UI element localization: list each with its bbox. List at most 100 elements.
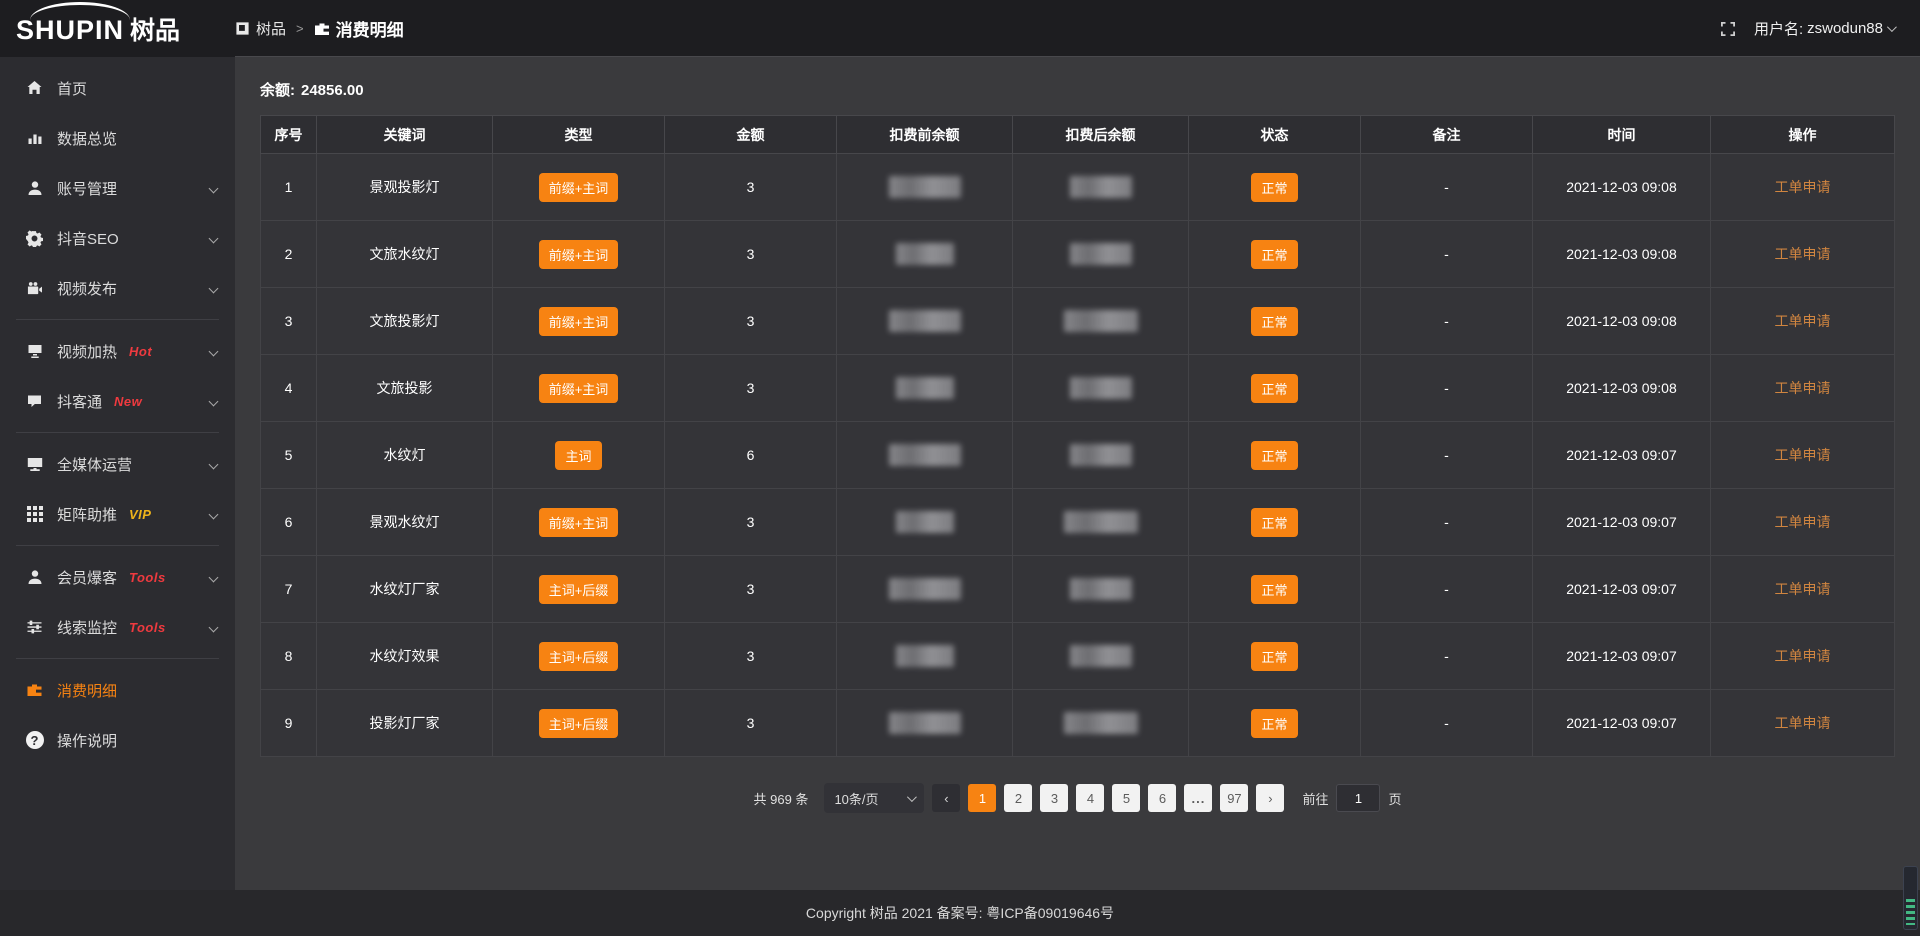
column-header-6: 状态 — [1189, 116, 1361, 154]
sidebar-item-consumption-detail[interactable]: 消费明细 — [0, 665, 235, 715]
cell-remark: - — [1361, 355, 1533, 422]
cell-keyword: 文旅投影灯 — [317, 288, 493, 355]
sidebar-item-douketong[interactable]: 抖客通New — [0, 376, 235, 426]
page-button-6[interactable]: 6 — [1148, 784, 1176, 812]
cell-keyword: 投影灯厂家 — [317, 690, 493, 757]
app-logo: SHUPIN 树品 — [0, 11, 235, 47]
sidebar-item-tag: Tools — [129, 570, 166, 585]
blurred-balance — [1064, 310, 1138, 332]
blurred-balance — [896, 645, 954, 667]
chevron-down-icon — [907, 792, 917, 802]
cell-balance-after — [1013, 623, 1189, 690]
user-menu[interactable]: 用户名: zswodun88 — [1754, 18, 1894, 39]
status-badge: 正常 — [1251, 642, 1297, 671]
breadcrumb-root[interactable]: 树品 — [235, 18, 286, 39]
sidebar-item-clue-monitor[interactable]: 线索监控 Tools — [0, 602, 235, 652]
type-badge: 主词 — [555, 441, 601, 470]
page-button-97[interactable]: 97 — [1220, 784, 1248, 812]
cell-action: 工单申请 — [1711, 623, 1895, 690]
page-ellipsis-button[interactable]: ... — [1184, 784, 1212, 812]
work-order-link[interactable]: 工单申请 — [1775, 380, 1831, 396]
work-order-link[interactable]: 工单申请 — [1775, 179, 1831, 195]
page-button-1[interactable]: 1 — [968, 784, 996, 812]
logo-arc — [30, 2, 130, 20]
jump-label: 前往 — [1302, 789, 1328, 808]
type-badge: 主词+后缀 — [539, 575, 619, 604]
sidebar-item-member-baoke[interactable]: 会员爆客Tools — [0, 552, 235, 602]
sidebar-item-label: 全媒体运营 — [57, 454, 132, 475]
jump-page-input[interactable] — [1336, 784, 1380, 812]
work-order-link[interactable]: 工单申请 — [1775, 648, 1831, 664]
cell-index: 7 — [261, 556, 317, 623]
blurred-balance — [1070, 645, 1132, 667]
status-badge: 正常 — [1251, 240, 1297, 269]
type-badge: 主词+后缀 — [539, 709, 619, 738]
cell-balance-before — [837, 221, 1013, 288]
sidebar-item-operation-guide[interactable]: ?操作说明 — [0, 715, 235, 765]
cell-type: 主词+后缀 — [493, 556, 665, 623]
blurred-balance — [889, 578, 961, 600]
prev-page-button[interactable]: ‹ — [932, 784, 960, 812]
work-order-link[interactable]: 工单申请 — [1775, 514, 1831, 530]
sidebar-item-account-management[interactable]: 账号管理 — [0, 163, 235, 213]
next-page-button[interactable]: › — [1256, 784, 1284, 812]
page-button-3[interactable]: 3 — [1040, 784, 1068, 812]
sidebar-item-tag: New — [114, 394, 142, 409]
page-buttons: 123456... 97 — [968, 784, 1248, 812]
pagination: 共 969 条 10条/页 ‹ 123456...97 › 前往 页 — [260, 783, 1895, 813]
question-icon: ? — [25, 731, 44, 749]
page-size-value: 10条/页 — [834, 789, 878, 808]
sidebar-item-label: 线索监控 — [57, 617, 117, 638]
sidebar-item-omni-media-operation[interactable]: 全媒体运营 — [0, 439, 235, 489]
type-badge: 前缀+主词 — [539, 173, 619, 202]
work-order-link[interactable]: 工单申请 — [1775, 581, 1831, 597]
status-badge: 正常 — [1251, 307, 1297, 336]
work-order-link[interactable]: 工单申请 — [1775, 715, 1831, 731]
floating-widget[interactable] — [1903, 866, 1918, 930]
sidebar-item-home[interactable]: 首页 — [0, 63, 235, 113]
sidebar: 首页数据总览账号管理抖音SEO视频发布视频加热Hot抖客通New 全媒体运营矩阵助… — [0, 57, 235, 936]
fullscreen-icon[interactable] — [1720, 21, 1736, 37]
page-button-2[interactable]: 2 — [1004, 784, 1032, 812]
sidebar-item-tag: VIP — [129, 507, 151, 522]
work-order-link[interactable]: 工单申请 — [1775, 313, 1831, 329]
chevron-down-icon — [209, 183, 219, 193]
sidebar-item-video-heating[interactable]: 视频加热Hot — [0, 326, 235, 376]
blurred-balance — [896, 377, 954, 399]
sidebar-item-data-overview[interactable]: 数据总览 — [0, 113, 235, 163]
blurred-balance — [1070, 444, 1132, 466]
cell-type: 主词+后缀 — [493, 690, 665, 757]
cell-type: 前缀+主词 — [493, 221, 665, 288]
chevron-down-icon — [209, 572, 219, 582]
total-count: 共 969 条 — [754, 789, 809, 808]
work-order-link[interactable]: 工单申请 — [1775, 447, 1831, 463]
sidebar-item-matrix-boost[interactable]: 矩阵助推VIP — [0, 489, 235, 539]
top-bar: SHUPIN 树品 树品 > 消费明细 用户名: zswodun88 — [0, 0, 1920, 57]
page-button-5[interactable]: 5 — [1112, 784, 1140, 812]
cell-balance-before — [837, 623, 1013, 690]
cell-keyword: 文旅水纹灯 — [317, 221, 493, 288]
column-header-5: 扣费后余额 — [1013, 116, 1189, 154]
sidebar-divider — [16, 658, 219, 659]
chevron-down-icon — [209, 622, 219, 632]
sidebar-item-douyin-seo[interactable]: 抖音SEO — [0, 213, 235, 263]
cell-status: 正常 — [1189, 556, 1361, 623]
sidebar-item-label: 首页 — [57, 78, 87, 99]
cell-index: 1 — [261, 154, 317, 221]
blurred-balance — [1070, 578, 1132, 600]
cell-remark: - — [1361, 556, 1533, 623]
cell-balance-before — [837, 422, 1013, 489]
blurred-balance — [889, 444, 961, 466]
cell-amount: 3 — [665, 690, 837, 757]
sidebar-item-video-publish[interactable]: 视频发布 — [0, 263, 235, 313]
sidebar-item-tag: Tools — [129, 620, 166, 635]
page-button-4[interactable]: 4 — [1076, 784, 1104, 812]
blurred-balance — [1070, 243, 1132, 265]
work-order-link[interactable]: 工单申请 — [1775, 246, 1831, 262]
cell-type: 主词+后缀 — [493, 623, 665, 690]
cell-action: 工单申请 — [1711, 288, 1895, 355]
chart-icon — [25, 130, 44, 146]
blurred-balance — [889, 176, 961, 198]
cell-balance-before — [837, 556, 1013, 623]
page-size-select[interactable]: 10条/页 — [824, 783, 924, 813]
